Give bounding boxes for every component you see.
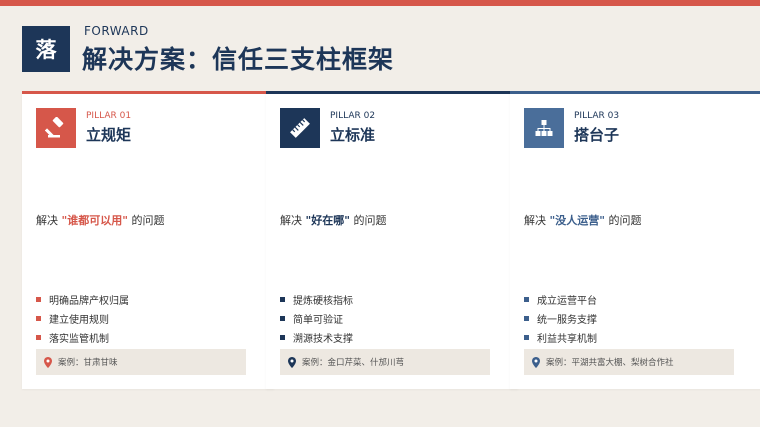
case-example: 案例：金口芹菜、什邡川芎 xyxy=(280,349,490,375)
page-title: 解决方案：信任三支柱框架 xyxy=(82,45,395,74)
bullet-text: 利益共享机制 xyxy=(537,334,597,345)
bullet-square-icon xyxy=(280,316,285,321)
bullet-square-icon xyxy=(36,335,41,340)
pillar-number: PILLAR 02 xyxy=(330,111,376,121)
top-accent-bar xyxy=(0,0,760,6)
problem-suffix: 的问题 xyxy=(604,214,642,227)
bullet-text: 明确品牌产权归属 xyxy=(49,296,129,307)
map-pin-icon xyxy=(288,356,296,368)
bullet-text: 落实监管机制 xyxy=(49,334,109,345)
section-badge: 落 xyxy=(22,26,70,72)
pillar-name: 立标准 xyxy=(330,126,376,144)
section-subtitle: FORWARD xyxy=(84,24,149,38)
pillar-number: PILLAR 01 xyxy=(86,111,132,121)
org-chart-icon xyxy=(524,108,564,148)
problem-statement: 解决 "没人运营" 的问题 xyxy=(524,212,641,228)
ruler-icon xyxy=(280,108,320,148)
problem-question: "谁都可以用" xyxy=(61,214,128,227)
list-item: 利益共享机制 xyxy=(524,328,597,347)
case-text: 案例：金口芹菜、什邡川芎 xyxy=(302,358,405,368)
case-example: 案例：甘肃甘味 xyxy=(36,349,246,375)
bullet-square-icon xyxy=(280,335,285,340)
case-text: 案例：平湖共富大棚、梨树合作社 xyxy=(546,358,674,368)
bullet-square-icon xyxy=(524,316,529,321)
case-example: 案例：平湖共富大棚、梨树合作社 xyxy=(524,349,734,375)
problem-question: "好在哪" xyxy=(305,214,350,227)
bullet-square-icon xyxy=(36,316,41,321)
pillar-bullet-list: 明确品牌产权归属 建立使用规则 落实监管机制 xyxy=(36,290,129,347)
list-item: 落实监管机制 xyxy=(36,328,129,347)
pillar-bullet-list: 成立运营平台 统一服务支撑 利益共享机制 xyxy=(524,290,597,347)
bullet-text: 统一服务支撑 xyxy=(537,315,597,326)
pillar-card-1: PILLAR 01 立规矩 解决 "谁都可以用" 的问题 明确品牌产权归属 建立… xyxy=(22,91,274,389)
problem-prefix: 解决 xyxy=(280,214,306,227)
list-item: 溯源技术支撑 xyxy=(280,328,353,347)
problem-prefix: 解决 xyxy=(524,214,550,227)
map-pin-icon xyxy=(532,356,540,368)
problem-statement: 解决 "谁都可以用" 的问题 xyxy=(36,212,164,228)
pillar-bullet-list: 提炼硬核指标 简单可验证 溯源技术支撑 xyxy=(280,290,353,347)
pillar-name: 立规矩 xyxy=(86,126,132,144)
problem-statement: 解决 "好在哪" 的问题 xyxy=(280,212,386,228)
problem-prefix: 解决 xyxy=(36,214,62,227)
case-text: 案例：甘肃甘味 xyxy=(58,358,118,368)
bullet-text: 提炼硬核指标 xyxy=(293,296,353,307)
list-item: 统一服务支撑 xyxy=(524,309,597,328)
bullet-square-icon xyxy=(36,297,41,302)
list-item: 成立运营平台 xyxy=(524,290,597,309)
pillar-number: PILLAR 03 xyxy=(574,111,620,121)
problem-question: "没人运营" xyxy=(549,214,605,227)
map-pin-icon xyxy=(44,356,52,368)
bullet-text: 简单可验证 xyxy=(293,315,343,326)
bullet-text: 溯源技术支撑 xyxy=(293,334,353,345)
list-item: 明确品牌产权归属 xyxy=(36,290,129,309)
pillar-name: 搭台子 xyxy=(574,126,620,144)
pillar-card-2: PILLAR 02 立标准 解决 "好在哪" 的问题 提炼硬核指标 简单可验证 … xyxy=(266,91,518,389)
list-item: 简单可验证 xyxy=(280,309,353,328)
bullet-text: 建立使用规则 xyxy=(49,315,109,326)
bullet-square-icon xyxy=(524,335,529,340)
list-item: 建立使用规则 xyxy=(36,309,129,328)
problem-suffix: 的问题 xyxy=(127,214,165,227)
pillar-card-3: PILLAR 03 搭台子 解决 "没人运营" 的问题 成立运营平台 统一服务支… xyxy=(510,91,760,389)
bullet-square-icon xyxy=(524,297,529,302)
gavel-icon xyxy=(36,108,76,148)
bullet-text: 成立运营平台 xyxy=(537,296,597,307)
bullet-square-icon xyxy=(280,297,285,302)
list-item: 提炼硬核指标 xyxy=(280,290,353,309)
problem-suffix: 的问题 xyxy=(349,214,387,227)
